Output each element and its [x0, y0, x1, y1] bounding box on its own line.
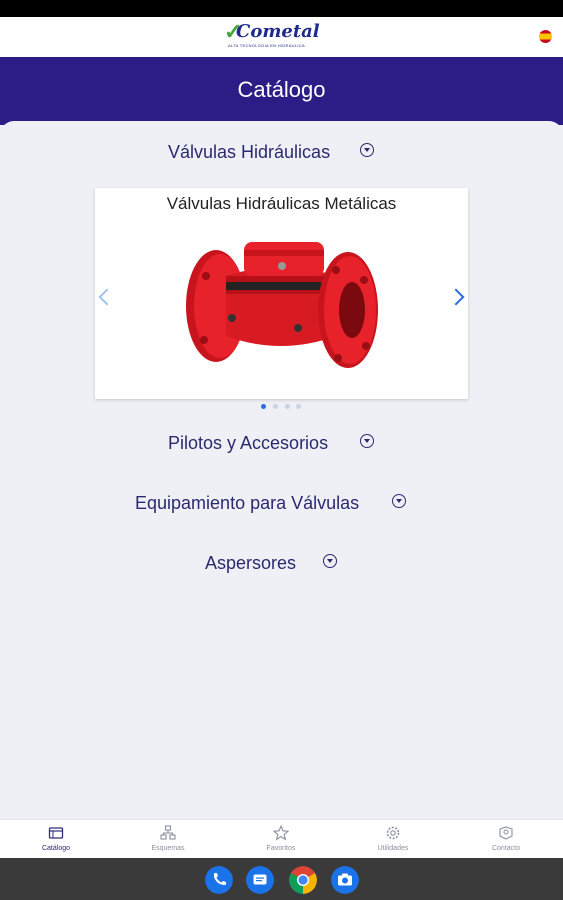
tab-favoritos[interactable]: Favoritos [236, 820, 326, 859]
messages-icon[interactable] [246, 866, 274, 894]
tab-catalogo[interactable]: Catálogo [11, 820, 101, 859]
logo-tagline: ALTA TECNOLOGIA EN HIDRAULICA [228, 43, 305, 48]
category-valvulas-hidraulicas[interactable]: Válvulas Hidráulicas [0, 138, 563, 168]
expand-icon[interactable] [360, 143, 374, 157]
category-aspersores[interactable]: Aspersores [0, 550, 563, 580]
valve-image [186, 242, 378, 368]
category-equipamiento-valvulas[interactable]: Equipamiento para Válvulas [0, 490, 563, 520]
category-label: Equipamiento para Válvulas [135, 493, 360, 513]
catalog-icon [48, 827, 64, 839]
tab-label: Esquemas [151, 845, 185, 852]
tab-label: Catálogo [41, 845, 71, 852]
pagination-dot[interactable] [285, 404, 290, 409]
chrome-icon[interactable] [289, 866, 317, 894]
expand-icon[interactable] [323, 554, 337, 568]
status-bar [0, 0, 563, 17]
category-label: Pilotos y Accesorios [168, 433, 329, 453]
tab-label: Utilidades [377, 845, 409, 852]
star-icon [273, 825, 289, 841]
expand-icon[interactable] [392, 494, 406, 508]
language-flag-icon[interactable] [539, 30, 552, 43]
phone-icon[interactable] [205, 866, 233, 894]
tab-esquemas[interactable]: Esquemas [123, 820, 213, 859]
camera-icon[interactable] [331, 866, 359, 894]
tab-label: Contacto [491, 845, 521, 852]
pagination-dot[interactable] [296, 404, 301, 409]
schema-icon [160, 825, 176, 840]
cometal-logo: ✓ Cometal ALTA TECNOLOGIA EN HIDRAULICA [224, 21, 334, 53]
logo-text: Cometal [236, 21, 320, 42]
category-pilotos-accesorios[interactable]: Pilotos y Accesorios [0, 430, 563, 460]
carousel-title: Válvulas Hidráulicas Metálicas [166, 194, 397, 213]
gear-icon [386, 826, 400, 840]
category-label: Aspersores [205, 553, 297, 573]
app-top-bar: ✓ Cometal ALTA TECNOLOGIA EN HIDRAULICA [0, 17, 563, 57]
pagination-dot[interactable] [261, 404, 266, 409]
category-label: Válvulas Hidráulicas [168, 142, 331, 162]
tab-contacto[interactable]: Contacto [461, 820, 551, 859]
pagination-dot[interactable] [273, 404, 278, 409]
page-title: Catálogo [237, 77, 326, 102]
bottom-tab-bar: Catálogo Esquemas Favoritos Utilidades C… [0, 819, 563, 858]
contact-icon [499, 826, 513, 840]
system-dock [0, 858, 563, 900]
expand-icon[interactable] [360, 434, 374, 448]
tab-utilidades[interactable]: Utilidades [348, 820, 438, 859]
tab-label: Favoritos [266, 845, 296, 852]
carousel-pagination [261, 404, 305, 410]
